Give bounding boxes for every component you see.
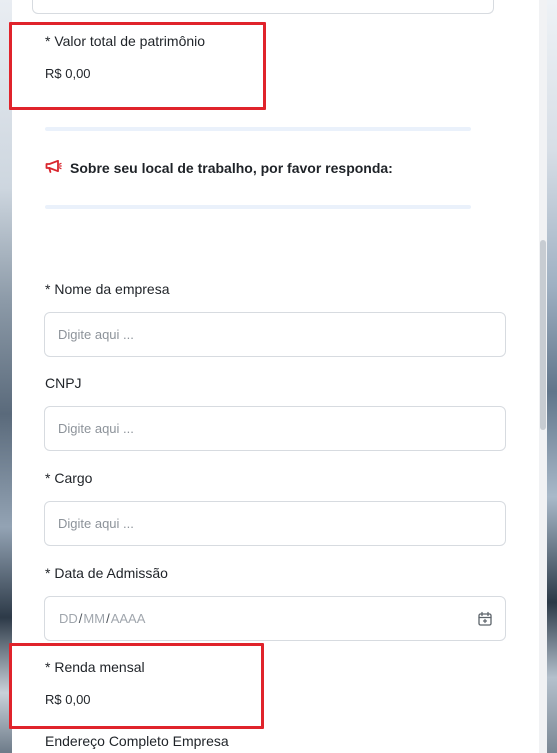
previous-input-field[interactable] — [32, 0, 494, 14]
megaphone-icon — [45, 159, 62, 176]
section-title-text: Sobre seu local de trabalho, por favor r… — [70, 160, 393, 176]
renda-value: R$ 0,00 — [45, 692, 91, 707]
patrimonio-value: R$ 0,00 — [45, 66, 91, 81]
admissao-label: * Data de Admissão — [45, 565, 168, 581]
date-day[interactable]: DD — [59, 611, 78, 626]
calendar-icon[interactable] — [477, 611, 493, 630]
scrollbar[interactable] — [539, 0, 547, 753]
date-month[interactable]: MM — [83, 611, 105, 626]
patrimonio-label: * Valor total de patrimônio — [45, 33, 206, 49]
section-divider-top — [45, 127, 471, 131]
date-separator: / — [78, 611, 83, 626]
endereco-label: Endereço Completo Empresa — [45, 733, 229, 749]
section-divider-bottom — [45, 205, 471, 209]
empresa-input[interactable] — [44, 312, 506, 357]
date-separator: / — [106, 611, 110, 626]
scrollbar-thumb[interactable] — [540, 240, 546, 430]
cnpj-label: CNPJ — [45, 375, 82, 391]
cnpj-input[interactable] — [44, 406, 506, 451]
section-title: Sobre seu local de trabalho, por favor r… — [45, 159, 393, 176]
empresa-label: * Nome da empresa — [45, 281, 170, 297]
admissao-date-input[interactable]: DD / MM / AAAA — [44, 596, 506, 641]
background-left — [0, 0, 12, 753]
date-year[interactable]: AAAA — [111, 611, 146, 626]
cargo-label: * Cargo — [45, 470, 93, 486]
renda-label: * Renda mensal — [45, 659, 145, 675]
cargo-input[interactable] — [44, 501, 506, 546]
